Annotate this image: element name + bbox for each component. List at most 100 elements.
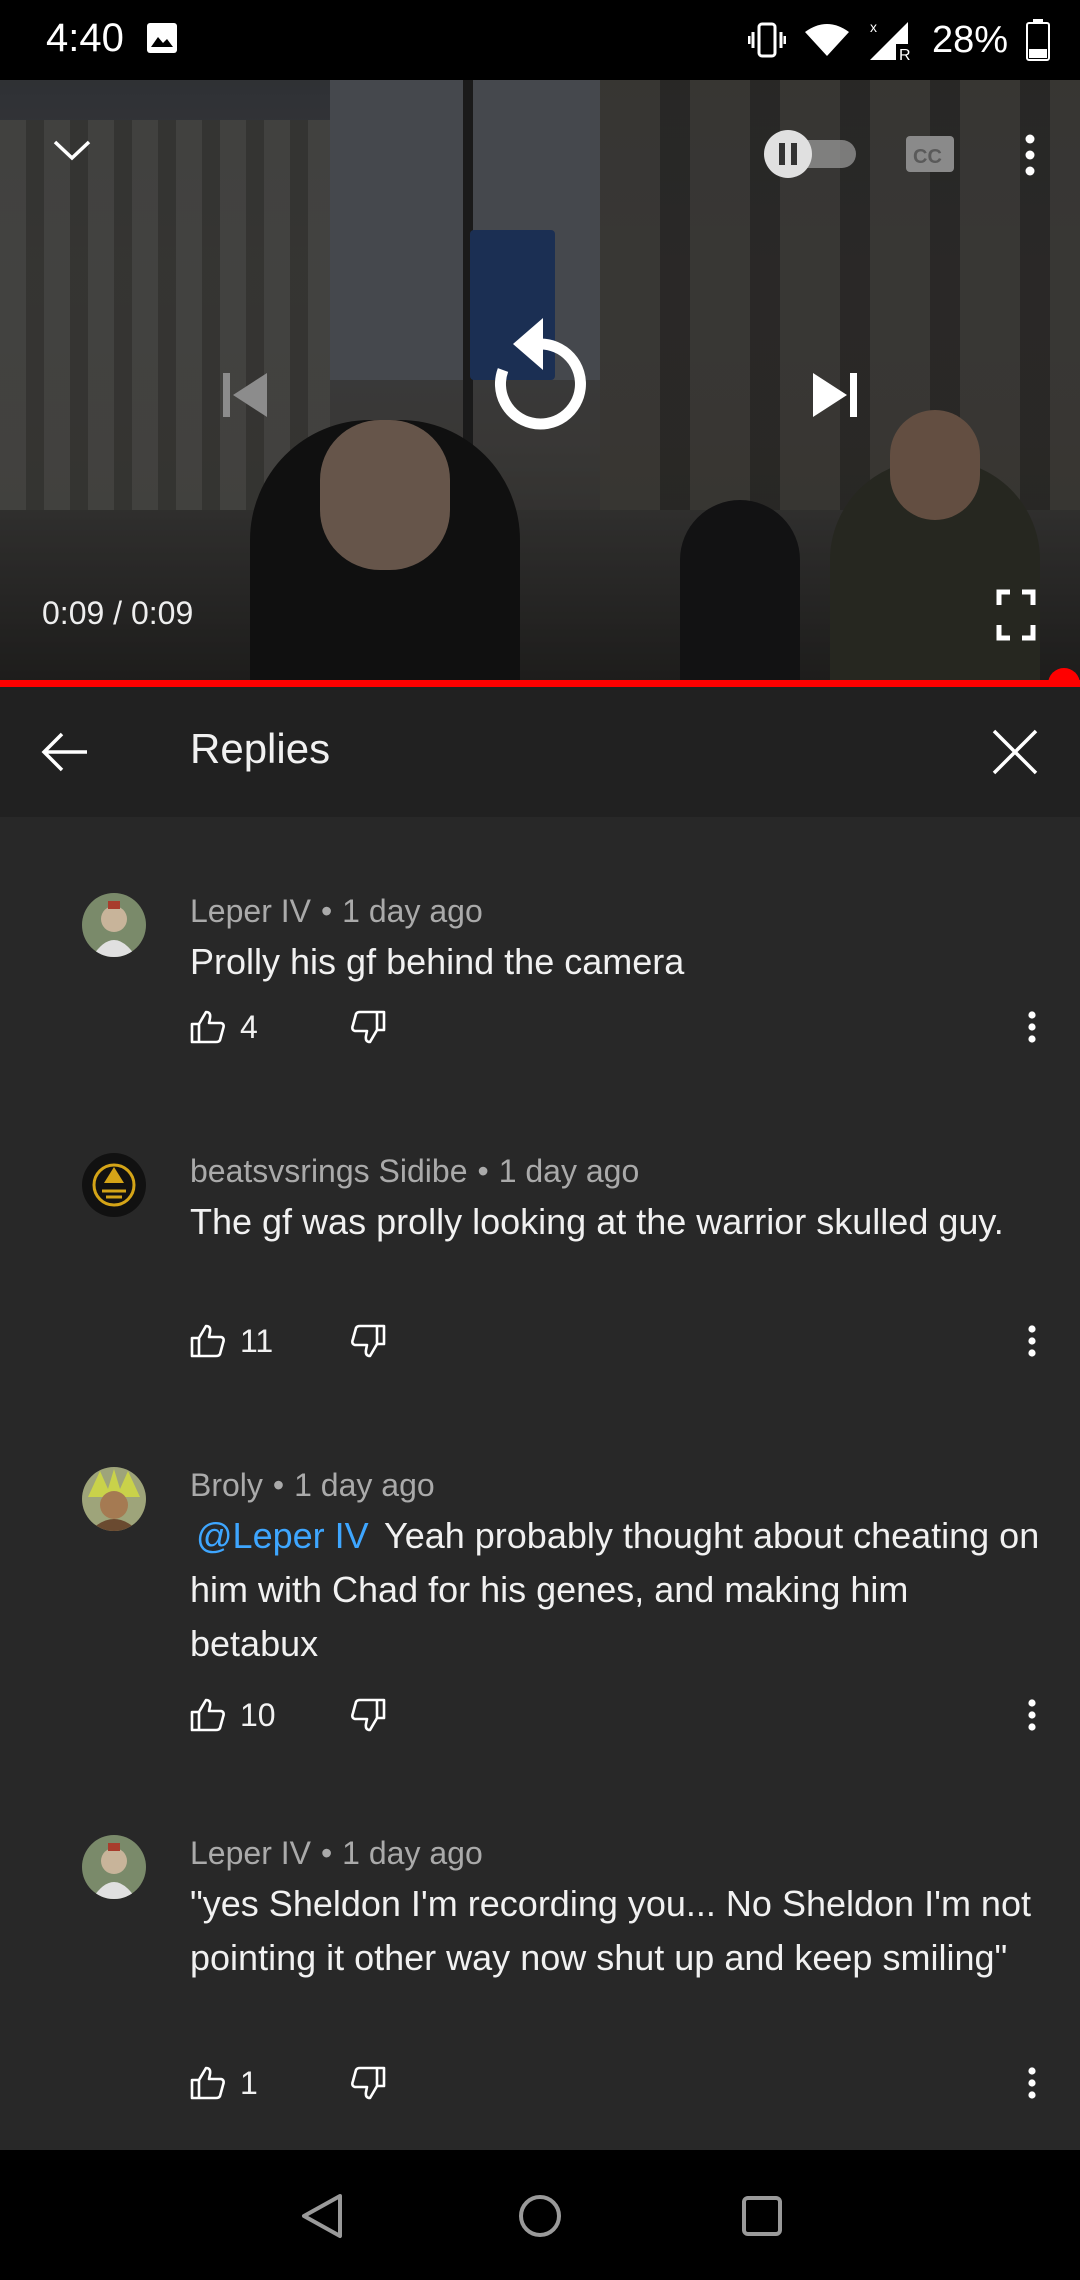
reply-more-options-button[interactable] xyxy=(1012,2053,1052,2113)
separator-dot: • xyxy=(320,1835,333,1871)
replay-icon xyxy=(494,318,586,430)
gallery-notification-icon xyxy=(147,23,177,53)
avatar[interactable] xyxy=(82,893,146,957)
close-button[interactable] xyxy=(980,717,1050,787)
thumbs-up-icon xyxy=(190,1010,225,1044)
close-icon xyxy=(992,729,1038,775)
avatar[interactable] xyxy=(82,1153,146,1217)
reply-meta: Leper IV • 1 day ago xyxy=(190,1835,483,1872)
battery-icon xyxy=(1026,19,1050,61)
like-button[interactable]: 4 xyxy=(190,997,258,1057)
separator-dot: • xyxy=(320,893,333,929)
avatar[interactable] xyxy=(82,1467,146,1531)
triangle-back-icon xyxy=(302,2194,342,2238)
fullscreen-button[interactable] xyxy=(990,585,1042,645)
signal-icon: x R xyxy=(869,19,914,62)
replies-panel: Replies Leper IV • 1 day ago Prolly his gf… xyxy=(0,687,1080,2150)
reply-text: "yes Sheldon I'm recording you... No She… xyxy=(190,1883,1031,1978)
svg-text:R: R xyxy=(899,47,911,62)
back-button[interactable] xyxy=(30,717,100,787)
thumbs-down-icon xyxy=(351,1010,386,1044)
like-button[interactable]: 10 xyxy=(190,1685,276,1745)
like-count: 1 xyxy=(240,2064,258,2101)
more-vertical-icon xyxy=(1028,1699,1036,1731)
like-count: 11 xyxy=(240,1322,274,1359)
autoplay-toggle[interactable] xyxy=(762,124,860,184)
thumbs-down-icon xyxy=(351,1698,386,1732)
time-display: 0:09 / 0:09 xyxy=(42,595,194,631)
panel-title: Replies xyxy=(190,725,331,772)
reply-meta: beatsvsrings Sidibe • 1 day ago xyxy=(190,1153,639,1190)
thumbs-up-icon xyxy=(190,1698,225,1732)
fullscreen-icon xyxy=(996,589,1036,641)
reply-text: Prolly his gf behind the camera xyxy=(190,941,685,982)
reply-more-options-button[interactable] xyxy=(1012,1311,1052,1371)
separator-dot: • xyxy=(272,1467,285,1503)
thumbs-up-icon xyxy=(190,1324,225,1358)
reply-age: 1 day ago xyxy=(342,893,483,929)
skip-previous-icon xyxy=(223,373,267,417)
separator-dot: • xyxy=(477,1153,489,1189)
reply-text: @Leper IV Yeah probably thought about ch… xyxy=(190,1509,1040,1671)
author-name[interactable]: beatsvsrings Sidibe xyxy=(190,1153,467,1189)
reply-meta: Leper IV • 1 day ago xyxy=(190,893,483,930)
like-count: 4 xyxy=(240,1008,258,1045)
arrow-left-icon xyxy=(41,732,87,772)
reply-age: 1 day ago xyxy=(498,1153,640,1189)
avatar[interactable] xyxy=(82,1835,146,1899)
like-button[interactable]: 1 xyxy=(190,2053,258,2113)
author-name[interactable]: Leper IV xyxy=(190,1835,311,1871)
circle-home-icon xyxy=(519,2195,561,2237)
svg-text:CC: CC xyxy=(913,146,942,168)
captions-button[interactable]: CC xyxy=(900,124,960,184)
thumbs-down-icon xyxy=(351,1324,386,1358)
reply-age: 1 day ago xyxy=(342,1835,483,1871)
more-vertical-icon xyxy=(1028,1011,1036,1043)
skip-next-icon xyxy=(813,373,857,417)
battery-percent: 28% xyxy=(931,18,1008,61)
like-count: 10 xyxy=(240,1696,276,1733)
more-vertical-icon xyxy=(1028,1325,1036,1357)
reply-text: The gf was prolly looking at the warrior… xyxy=(190,1201,1004,1242)
autoplay-pause-icon xyxy=(764,130,856,178)
more-vertical-icon xyxy=(1025,134,1035,176)
reply-actions: 11 xyxy=(190,1311,1050,1371)
previous-video-button[interactable] xyxy=(200,350,290,440)
svg-text:x: x xyxy=(870,19,877,35)
author-name[interactable]: Broly xyxy=(190,1467,263,1503)
dislike-button[interactable] xyxy=(338,2053,398,2113)
reply-age: 1 day ago xyxy=(294,1467,435,1503)
like-button[interactable]: 11 xyxy=(190,1311,273,1371)
minimize-button[interactable] xyxy=(40,118,104,182)
reply-actions: 10 xyxy=(190,1685,1050,1745)
chevron-down-icon xyxy=(53,140,91,161)
nav-home-button[interactable] xyxy=(502,2178,578,2254)
wifi-icon xyxy=(804,24,849,56)
video-player[interactable]: CC 0:09 / 0:09 xyxy=(0,80,1080,686)
more-vertical-icon xyxy=(1028,2067,1036,2099)
closed-captions-icon: CC xyxy=(906,136,954,172)
thumbs-up-icon xyxy=(190,2066,225,2100)
reply-more-options-button[interactable] xyxy=(1012,1685,1052,1745)
reply-actions: 1 xyxy=(190,2053,1050,2113)
next-video-button[interactable] xyxy=(790,350,880,440)
user-mention-link[interactable]: @Leper IV xyxy=(196,1515,369,1556)
nav-recents-button[interactable] xyxy=(724,2178,800,2254)
system-navigation-bar xyxy=(0,2150,1080,2280)
user-avatar-image xyxy=(82,893,146,957)
progress-bar[interactable] xyxy=(0,680,1080,687)
dislike-button[interactable] xyxy=(338,1685,398,1745)
nav-back-button[interactable] xyxy=(284,2178,360,2254)
status-icons: x R 28% xyxy=(747,14,1050,66)
square-recents-icon xyxy=(742,2196,782,2236)
dislike-button[interactable] xyxy=(338,997,398,1057)
dislike-button[interactable] xyxy=(338,1311,398,1371)
user-avatar-image xyxy=(82,1153,146,1217)
reply-actions: 4 xyxy=(190,997,1050,1057)
reply-meta: Broly • 1 day ago xyxy=(190,1467,435,1504)
vibrate-icon xyxy=(747,22,786,58)
replay-button[interactable] xyxy=(480,310,600,450)
author-name[interactable]: Leper IV xyxy=(190,893,311,929)
reply-more-options-button[interactable] xyxy=(1012,997,1052,1057)
player-more-options-button[interactable] xyxy=(1000,120,1060,190)
